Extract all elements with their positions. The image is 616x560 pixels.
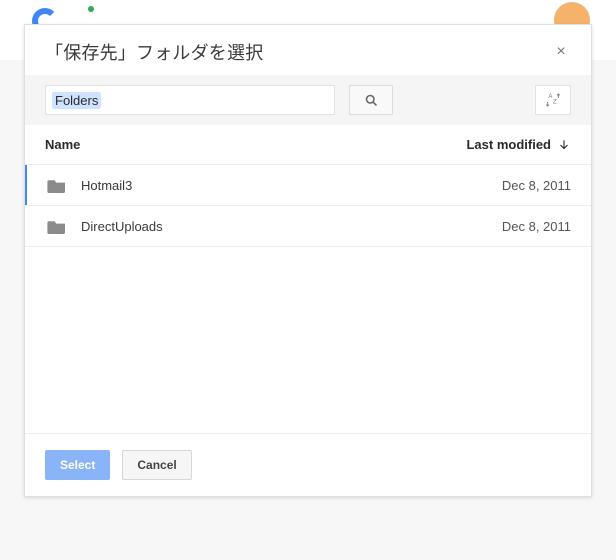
search-icon <box>364 93 379 108</box>
column-headers: Name Last modified <box>25 125 591 164</box>
column-header-modified[interactable]: Last modified <box>466 137 571 152</box>
arrow-down-icon <box>557 138 571 152</box>
folder-icon <box>47 177 67 193</box>
svg-text:Z: Z <box>553 99 557 105</box>
item-modified: Dec 8, 2011 <box>502 219 571 234</box>
column-header-modified-label: Last modified <box>466 137 551 152</box>
folder-icon <box>47 218 67 234</box>
dialog-title: 「保存先」フォルダを選択 <box>45 39 263 65</box>
item-name: Hotmail3 <box>81 178 502 193</box>
dialog-header: 「保存先」フォルダを選択 × <box>25 25 591 75</box>
list-item[interactable]: DirectUploads Dec 8, 2011 <box>25 206 591 246</box>
select-button[interactable]: Select <box>45 450 110 480</box>
dialog-actions: Select Cancel <box>25 433 591 496</box>
cancel-button[interactable]: Cancel <box>122 450 191 480</box>
divider <box>25 246 591 247</box>
svg-text:A: A <box>548 94 552 100</box>
column-header-name[interactable]: Name <box>45 137 466 152</box>
search-button[interactable] <box>349 85 393 115</box>
folder-picker-dialog: 「保存先」フォルダを選択 × Folders A Z Name <box>24 24 592 497</box>
sort-button[interactable]: A Z <box>535 85 571 115</box>
dialog-content: Name Last modified Hotmail3 Dec 8, 2011 … <box>25 125 591 433</box>
close-button[interactable]: × <box>551 42 571 62</box>
item-modified: Dec 8, 2011 <box>502 178 571 193</box>
dialog-toolbar: Folders A Z <box>25 75 591 125</box>
search-input-value: Folders <box>52 92 101 109</box>
google-logo-fragment-dot <box>88 6 94 12</box>
list-item[interactable]: Hotmail3 Dec 8, 2011 <box>25 165 591 205</box>
search-input[interactable]: Folders <box>45 85 335 115</box>
sort-az-icon: A Z <box>545 92 561 108</box>
item-name: DirectUploads <box>81 219 502 234</box>
close-icon: × <box>556 43 565 61</box>
